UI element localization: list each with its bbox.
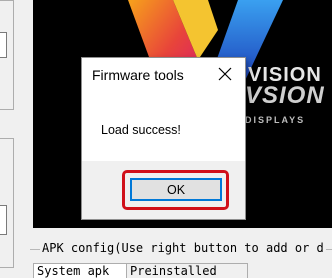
dialog-message: Load success! <box>101 123 181 137</box>
close-icon[interactable] <box>217 66 233 82</box>
left-panel <box>0 0 24 274</box>
dialog-title: Firmware tools <box>92 67 184 83</box>
left-input-field[interactable] <box>0 32 7 58</box>
tab-system-apk[interactable]: System apk <box>33 263 127 278</box>
brand-subtitle: DISPLAYS <box>245 115 306 125</box>
ok-button[interactable]: OK <box>130 178 222 201</box>
apk-config-label: APK config(Use right button to add or d <box>40 241 326 255</box>
message-dialog: Firmware tools Load success! OK <box>81 57 246 220</box>
brand-name-large: VSION <box>245 82 325 109</box>
tab-preinstalled[interactable]: Preinstalled <box>126 263 248 278</box>
left-groupbox-bottom <box>0 138 14 268</box>
left-input-field-2[interactable] <box>0 205 7 235</box>
